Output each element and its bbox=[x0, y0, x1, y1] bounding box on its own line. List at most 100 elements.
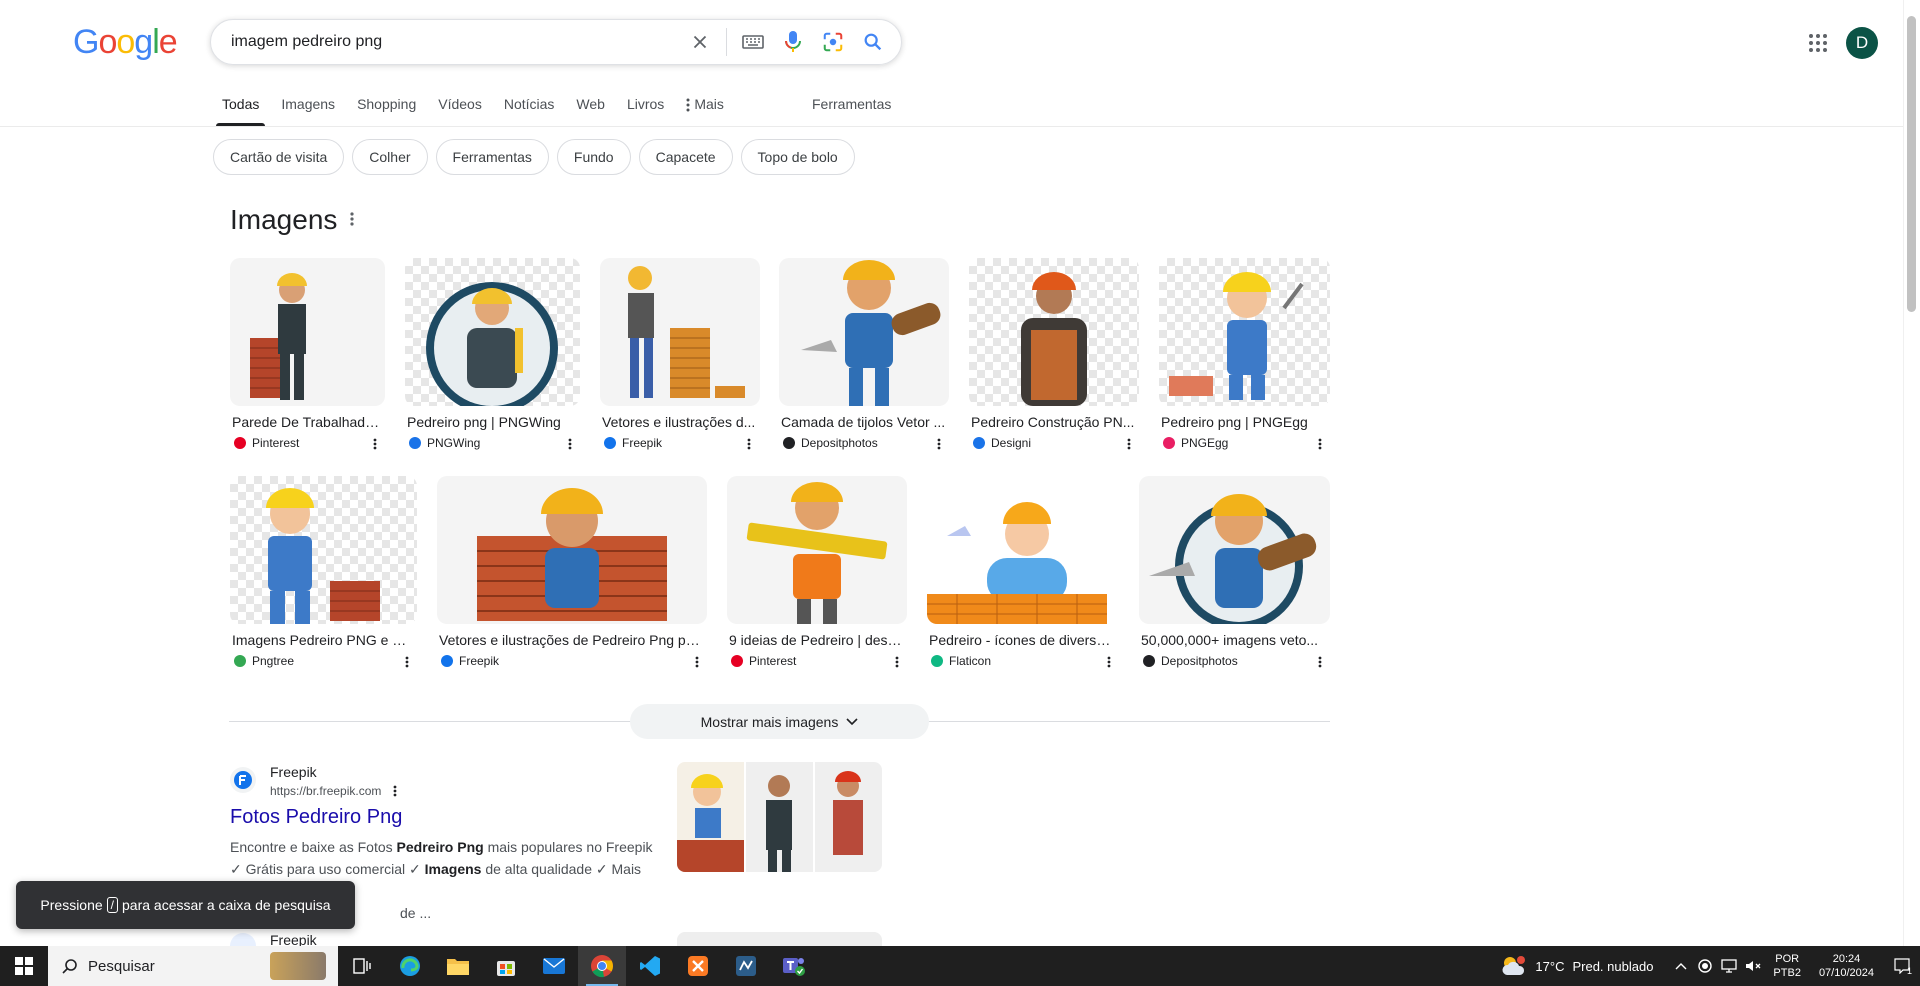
image-more-button[interactable] bbox=[1101, 654, 1117, 670]
image-caption[interactable]: Vetores e ilustrações d... bbox=[602, 414, 757, 430]
image-result-thumbnail[interactable] bbox=[779, 258, 949, 406]
image-more-button[interactable] bbox=[889, 654, 905, 670]
language-indicator[interactable]: POR PTB2 bbox=[1773, 952, 1801, 980]
result-title-link[interactable]: Fotos Pedreiro Png bbox=[230, 806, 402, 829]
taskbar-app-teams[interactable] bbox=[770, 946, 818, 986]
show-hidden-icons-button[interactable] bbox=[1669, 946, 1693, 986]
tab-more[interactable]: Mais bbox=[686, 94, 724, 126]
image-more-button[interactable] bbox=[367, 436, 383, 452]
image-result-thumbnail[interactable] bbox=[1139, 476, 1330, 624]
taskbar-app-store[interactable] bbox=[482, 946, 530, 986]
chip-background[interactable]: Fundo bbox=[556, 139, 631, 175]
image-caption[interactable]: Imagens Pedreiro PNG e Ve... bbox=[232, 632, 414, 648]
tab-images[interactable]: Imagens bbox=[281, 94, 335, 126]
image-more-button[interactable] bbox=[1312, 654, 1328, 670]
task-view-button[interactable] bbox=[338, 946, 386, 986]
image-caption[interactable]: 9 ideias de Pedreiro | dese... bbox=[729, 632, 904, 648]
image-caption[interactable]: Pedreiro png | PNGEgg bbox=[1161, 414, 1326, 430]
chevron-down-icon bbox=[846, 717, 858, 725]
lens-search-button[interactable] bbox=[813, 22, 853, 62]
volume-button[interactable] bbox=[1741, 946, 1765, 986]
taskbar-app-file-explorer[interactable] bbox=[434, 946, 482, 986]
chip-helmet[interactable]: Capacete bbox=[638, 139, 733, 175]
image-more-button[interactable] bbox=[1121, 436, 1137, 452]
account-avatar[interactable]: D bbox=[1846, 27, 1878, 59]
weather-widget[interactable]: 17°C Pred. nublado bbox=[1501, 955, 1653, 977]
tab-shopping[interactable]: Shopping bbox=[357, 94, 416, 126]
tab-all[interactable]: Todas bbox=[215, 94, 266, 126]
image-caption[interactable]: 50,000,000+ imagens veto... bbox=[1141, 632, 1327, 648]
tab-books[interactable]: Livros bbox=[627, 94, 664, 126]
freepik-icon bbox=[441, 655, 453, 667]
show-more-images-button[interactable]: Mostrar mais imagens bbox=[630, 704, 929, 739]
image-result-thumbnail[interactable] bbox=[437, 476, 707, 624]
taskbar-app-mail[interactable] bbox=[530, 946, 578, 986]
image-result-thumbnail[interactable] bbox=[927, 476, 1119, 624]
google-logo[interactable]: Google bbox=[73, 24, 178, 60]
keyboard-button[interactable] bbox=[733, 22, 773, 62]
store-icon bbox=[497, 961, 515, 976]
taskbar-search-box[interactable]: Pesquisar bbox=[48, 946, 338, 986]
taskbar-app-xampp[interactable] bbox=[674, 946, 722, 986]
network-icon bbox=[1721, 959, 1738, 973]
image-caption[interactable]: Pedreiro Construção PN... bbox=[971, 414, 1136, 430]
tab-news[interactable]: Notícias bbox=[504, 94, 555, 126]
taskbar-app-vscode[interactable] bbox=[626, 946, 674, 986]
image-caption[interactable]: Parede De Trabalhado... bbox=[232, 414, 382, 430]
scrollbar-thumb[interactable] bbox=[1907, 16, 1916, 312]
tray-icon-record[interactable] bbox=[1693, 946, 1717, 986]
keyboard-shortcut-toast: Pressione / para acessar a caixa de pesq… bbox=[16, 881, 355, 929]
image-more-button[interactable] bbox=[399, 654, 415, 670]
result-url[interactable]: https://br.freepik.com bbox=[270, 784, 381, 798]
image-result-thumbnail[interactable] bbox=[969, 258, 1139, 406]
more-vert-icon bbox=[350, 212, 354, 226]
image-caption[interactable]: Pedreiro - ícones de diversos... bbox=[929, 632, 1116, 648]
images-section-heading: Imagens bbox=[230, 204, 338, 235]
voice-search-button[interactable] bbox=[773, 22, 813, 62]
result-thumbnails[interactable] bbox=[677, 932, 882, 946]
tools-button[interactable]: Ferramentas bbox=[812, 96, 891, 112]
close-icon bbox=[693, 35, 707, 49]
taskbar-app-edge[interactable] bbox=[386, 946, 434, 986]
vscode-icon bbox=[640, 956, 660, 976]
result-site-name[interactable]: Freepik bbox=[270, 764, 317, 780]
images-section-menu[interactable] bbox=[350, 212, 354, 231]
clear-search-button[interactable] bbox=[680, 22, 720, 62]
image-more-button[interactable] bbox=[931, 436, 947, 452]
image-result-thumbnail[interactable] bbox=[1159, 258, 1330, 406]
chip-trowel[interactable]: Colher bbox=[352, 139, 428, 175]
search-button[interactable] bbox=[853, 22, 893, 62]
clock[interactable]: 20:24 07/10/2024 bbox=[1819, 952, 1874, 980]
image-caption[interactable]: Vetores e ilustrações de Pedreiro Png pa… bbox=[439, 632, 704, 648]
network-button[interactable] bbox=[1717, 946, 1741, 986]
clock-date: 07/10/2024 bbox=[1818, 967, 1874, 979]
image-result-thumbnail[interactable] bbox=[230, 476, 417, 624]
image-more-button[interactable] bbox=[562, 436, 578, 452]
taskbar-app-chrome[interactable] bbox=[578, 946, 626, 986]
result-more-button[interactable] bbox=[387, 783, 403, 799]
image-result-thumbnail[interactable] bbox=[727, 476, 907, 624]
result-thumbnails[interactable] bbox=[677, 762, 882, 872]
image-result-thumbnail[interactable] bbox=[600, 258, 760, 406]
image-caption[interactable]: Pedreiro png | PNGWing bbox=[407, 414, 577, 430]
tab-videos[interactable]: Vídeos bbox=[438, 94, 482, 126]
image-caption[interactable]: Camada de tijolos Vetor ... bbox=[781, 414, 946, 430]
notifications-button[interactable]: 1 bbox=[1884, 946, 1920, 986]
pngwing-icon bbox=[409, 437, 421, 449]
taskbar-app-workbench[interactable] bbox=[722, 946, 770, 986]
image-source-name: Pngtree bbox=[252, 654, 295, 668]
image-source-name: Designi bbox=[991, 436, 1032, 450]
google-apps-button[interactable] bbox=[1806, 31, 1830, 55]
image-more-button[interactable] bbox=[689, 654, 705, 670]
image-result-thumbnail[interactable] bbox=[405, 258, 580, 406]
tab-web[interactable]: Web bbox=[576, 94, 605, 126]
chip-business-card[interactable]: Cartão de visita bbox=[213, 139, 345, 175]
start-button[interactable] bbox=[0, 946, 48, 986]
chip-tools[interactable]: Ferramentas bbox=[435, 139, 549, 175]
image-more-button[interactable] bbox=[1312, 436, 1328, 452]
image-result-thumbnail[interactable] bbox=[230, 258, 385, 406]
chip-cake-topper[interactable]: Topo de bolo bbox=[740, 139, 855, 175]
image-more-button[interactable] bbox=[741, 436, 757, 452]
divider bbox=[0, 126, 1920, 127]
search-input[interactable] bbox=[231, 33, 680, 51]
